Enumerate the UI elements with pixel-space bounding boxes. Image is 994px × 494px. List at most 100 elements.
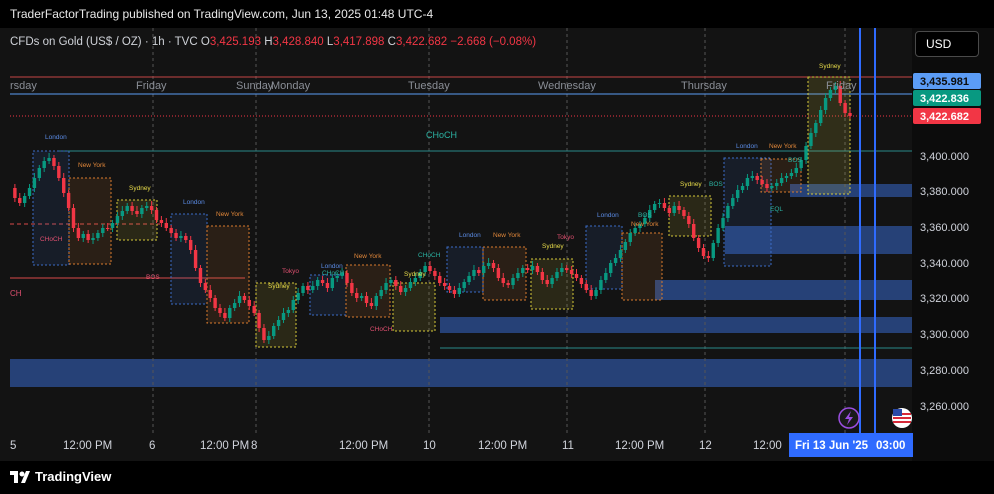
day-labels: rsday Friday Sunday Monday Tuesday Wedne… xyxy=(10,80,857,92)
high-label: H xyxy=(264,36,273,48)
candle-body xyxy=(706,256,711,258)
time-axis[interactable]: 5 12:00 PM 6 12:00 PM 8 12:00 PM 10 12:0… xyxy=(10,433,913,457)
session-labels: London New York Sydney London New York S… xyxy=(45,63,841,290)
session-label-newyork-4: New York xyxy=(493,232,521,239)
flash-icon[interactable] xyxy=(838,407,860,429)
candle-body xyxy=(491,263,496,268)
candle-body xyxy=(120,211,125,216)
session-label-sydney-6: Sydney xyxy=(819,63,841,70)
time-current-date: Fri 13 Jun '25 xyxy=(795,440,869,452)
candle-body xyxy=(359,296,364,298)
us-flag-icon[interactable] xyxy=(892,408,912,428)
close-label: C xyxy=(387,36,396,48)
choch-label-top: CHoCH xyxy=(426,130,457,140)
time-tick: 10 xyxy=(423,440,436,452)
candle-body xyxy=(486,263,491,266)
candle-body xyxy=(96,233,100,238)
low-value: 3,417.898 xyxy=(333,36,385,48)
candle-body xyxy=(52,158,56,166)
candle-body xyxy=(394,280,398,286)
candle-body xyxy=(750,176,755,178)
candle-body xyxy=(765,184,769,188)
candle-body xyxy=(223,313,227,318)
candle-body xyxy=(203,283,208,290)
chart-canvas[interactable]: London New York Sydney London New York S… xyxy=(0,28,994,461)
candle-body xyxy=(545,280,549,284)
candle-body xyxy=(579,278,584,284)
bos-label-1: BOS xyxy=(146,274,160,281)
candle-body xyxy=(848,113,852,116)
tradingview-logo[interactable]: TradingView xyxy=(10,469,111,484)
session-label-sydney-2: Sydney xyxy=(268,283,290,290)
candle-body xyxy=(325,283,330,288)
candle-body xyxy=(447,286,452,290)
price-badge-mid: 3,422.836 xyxy=(920,93,969,105)
candle-body xyxy=(272,326,276,336)
candle-body xyxy=(565,268,569,270)
candle-body xyxy=(374,296,378,306)
candle-body xyxy=(42,161,46,168)
candle-body xyxy=(281,313,286,320)
chart-legend[interactable]: CFDs on Gold (US$ / OZ) · 1h · TVC O3,42… xyxy=(10,36,536,48)
candle-body xyxy=(794,168,798,173)
price-tick: 3,260.000 xyxy=(920,401,969,413)
price-tick: 3,280.000 xyxy=(920,365,969,377)
candle-body xyxy=(814,123,818,133)
price-tick: 3,300.000 xyxy=(920,329,969,341)
left-cut-label: CH xyxy=(10,289,22,298)
candle-body xyxy=(184,236,188,240)
candle-body xyxy=(711,243,715,258)
candle-body xyxy=(530,266,535,270)
candle-body xyxy=(770,186,774,188)
candle-body xyxy=(179,236,183,238)
day-label-friday: Friday xyxy=(136,80,167,92)
candle-body xyxy=(682,210,686,216)
candle-body xyxy=(540,272,545,280)
candle-body xyxy=(467,276,471,282)
time-tick: 12:00 PM xyxy=(200,440,249,452)
candle-body xyxy=(32,178,37,188)
candle-body xyxy=(594,290,598,296)
symbol-name[interactable]: CFDs on Gold (US$ / OZ) · 1h · TVC xyxy=(10,36,198,48)
candle-body xyxy=(242,296,247,300)
currency-button[interactable]: USD xyxy=(915,31,979,57)
candle-body xyxy=(569,270,574,274)
time-tick: 12 xyxy=(699,440,712,452)
candle-body xyxy=(345,273,349,283)
candle-body xyxy=(652,204,657,210)
time-tick: 11 xyxy=(562,440,574,452)
candle-body xyxy=(135,211,139,214)
session-label-sydney-5: Sydney xyxy=(680,181,702,188)
candle-body xyxy=(726,206,730,218)
candle-body xyxy=(198,268,203,283)
candle-body xyxy=(369,303,374,306)
candle-body xyxy=(66,193,71,208)
candle-body xyxy=(506,283,510,285)
candle-body xyxy=(237,296,242,303)
day-label-thursday-cut: rsday xyxy=(10,80,37,92)
candle-body xyxy=(618,250,623,258)
price-badge-high: 3,435.981 xyxy=(920,76,969,88)
candle-body xyxy=(37,168,42,178)
choch-label-3: CHoCH xyxy=(370,326,393,333)
candle-body xyxy=(731,198,735,206)
candle-body xyxy=(413,278,418,282)
open-label: O xyxy=(200,36,210,48)
candle-body xyxy=(745,178,750,186)
session-label-sydney-1: Sydney xyxy=(129,185,151,192)
candle-body xyxy=(589,290,593,296)
candle-body xyxy=(320,280,325,283)
eql-label: EQL xyxy=(770,206,783,213)
time-tick: 6 xyxy=(149,440,155,452)
candle-body xyxy=(535,266,540,272)
candle-body xyxy=(13,188,17,198)
candle-body xyxy=(398,286,403,292)
chart-area[interactable]: London New York Sydney London New York S… xyxy=(0,28,994,461)
candle-body xyxy=(296,293,300,300)
price-badges: 3,435.981 3,422.836 3,422.682 xyxy=(913,73,981,124)
session-label-london-5: London xyxy=(597,212,619,219)
tradingview-logo-icon xyxy=(10,470,30,483)
candle-body xyxy=(81,234,85,238)
session-label-london-1: London xyxy=(45,134,67,141)
candle-body xyxy=(740,186,745,190)
